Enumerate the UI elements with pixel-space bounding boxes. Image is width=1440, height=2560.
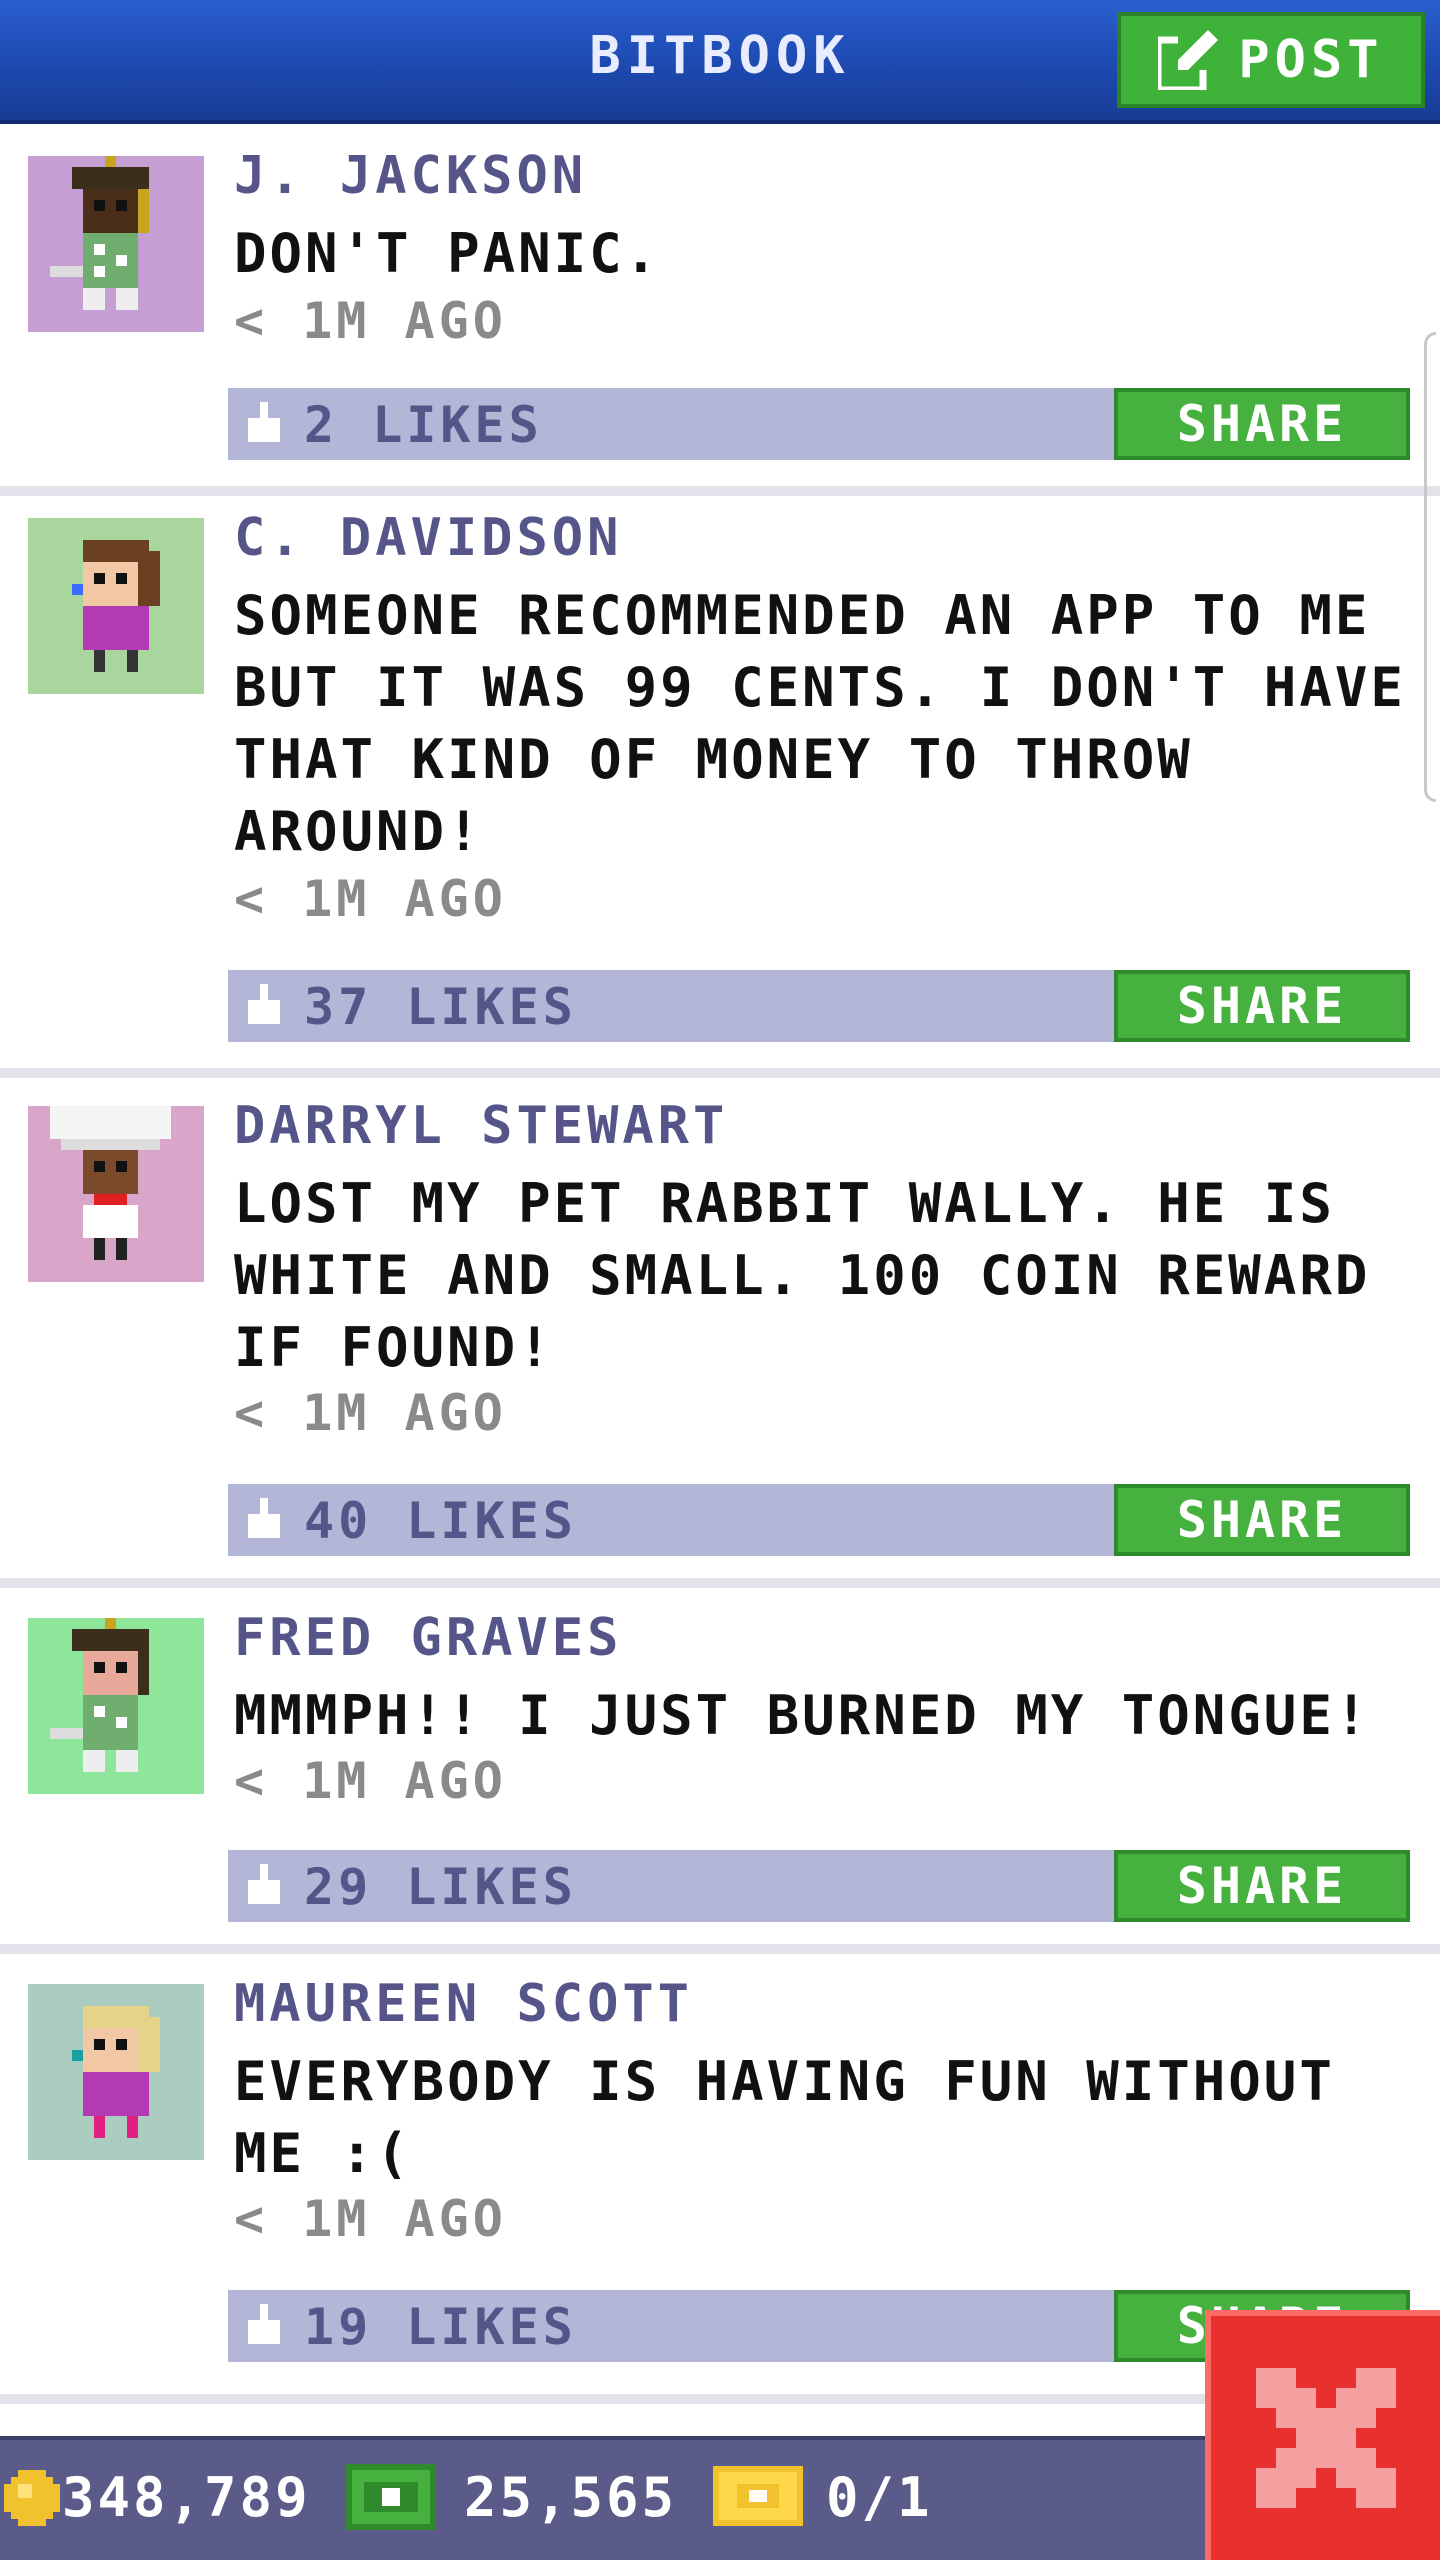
feed-post: C. DAVIDSON SOMEONE RECOMMENDED AN APP T… — [0, 496, 1440, 1068]
likes-bar: 40 LIKES SHARE — [228, 1484, 1410, 1556]
feed-post: DARRYL STEWART LOST MY PET RABBIT WALLY.… — [0, 1078, 1440, 1578]
post-time: < 1M AGO — [234, 292, 507, 350]
author-name[interactable]: J. JACKSON — [234, 146, 587, 206]
post-message: LOST MY PET RABBIT WALLY. HE IS WHITE AN… — [234, 1172, 1371, 1379]
feed-post: J. JACKSON DON'T PANIC. < 1M AGO 2 LIKES… — [0, 124, 1440, 486]
avatar — [28, 1618, 204, 1794]
divider — [0, 1578, 1440, 1588]
avatar — [28, 156, 204, 332]
coins-count: 348,789 — [62, 2466, 311, 2529]
thumb-icon — [248, 1864, 280, 1904]
likes-count[interactable]: 2 LIKES — [304, 396, 543, 454]
coin-icon — [4, 2470, 60, 2526]
scrollbar[interactable] — [1424, 332, 1436, 802]
thumb-icon — [248, 1498, 280, 1538]
likes-bar: 37 LIKES SHARE — [228, 970, 1410, 1042]
share-button[interactable]: SHARE — [1114, 1850, 1410, 1922]
close-icon — [1255, 2368, 1396, 2508]
divider — [0, 1944, 1440, 1954]
likes-count[interactable]: 40 LIKES — [304, 1492, 577, 1550]
author-name[interactable]: C. DAVIDSON — [234, 508, 622, 568]
thumb-icon — [248, 984, 280, 1024]
post-time: < 1M AGO — [234, 1752, 507, 1810]
share-button[interactable]: SHARE — [1114, 1484, 1410, 1556]
close-button[interactable] — [1205, 2310, 1440, 2560]
likes-count[interactable]: 19 LIKES — [304, 2298, 577, 2356]
feed-list[interactable]: J. JACKSON DON'T PANIC. < 1M AGO 2 LIKES… — [0, 124, 1440, 2434]
divider — [0, 1068, 1440, 1078]
likes-count[interactable]: 29 LIKES — [304, 1858, 577, 1916]
tickets-count: 0/1 — [826, 2466, 933, 2529]
post-button[interactable]: POST — [1117, 12, 1425, 108]
avatar — [28, 518, 204, 694]
avatar — [28, 1106, 204, 1282]
bux-icon — [346, 2464, 436, 2530]
share-button[interactable]: SHARE — [1114, 970, 1410, 1042]
avatar — [28, 1984, 204, 2160]
likes-bar: 29 LIKES SHARE — [228, 1850, 1410, 1922]
divider — [0, 486, 1440, 496]
post-message: MMMPH!! I JUST BURNED MY TONGUE! — [234, 1684, 1371, 1747]
post-time: < 1M AGO — [234, 1384, 507, 1442]
author-name[interactable]: FRED GRAVES — [234, 1608, 622, 1668]
thumb-icon — [248, 402, 280, 442]
post-message: DON'T PANIC. — [234, 222, 661, 285]
thumb-icon — [248, 2304, 280, 2344]
post-message: SOMEONE RECOMMENDED AN APP TO ME BUT IT … — [234, 584, 1406, 863]
post-time: < 1M AGO — [234, 870, 507, 928]
likes-bar: 2 LIKES SHARE — [228, 388, 1410, 460]
author-name[interactable]: DARRYL STEWART — [234, 1096, 728, 1156]
bux-count: 25,565 — [464, 2466, 678, 2529]
post-message: EVERYBODY IS HAVING FUN WITHOUT ME :( — [234, 2050, 1335, 2185]
post-time: < 1M AGO — [234, 2190, 507, 2248]
post-button-label: POST — [1238, 30, 1384, 90]
share-button[interactable]: SHARE — [1114, 388, 1410, 460]
feed-post: FRED GRAVES MMMPH!! I JUST BURNED MY TON… — [0, 1588, 1440, 1944]
edit-icon — [1158, 30, 1219, 90]
ticket-icon — [713, 2466, 803, 2526]
likes-count[interactable]: 37 LIKES — [304, 978, 577, 1036]
author-name[interactable]: MAUREEN SCOTT — [234, 1974, 693, 2034]
top-bar: BITBOOK POST — [0, 0, 1440, 124]
